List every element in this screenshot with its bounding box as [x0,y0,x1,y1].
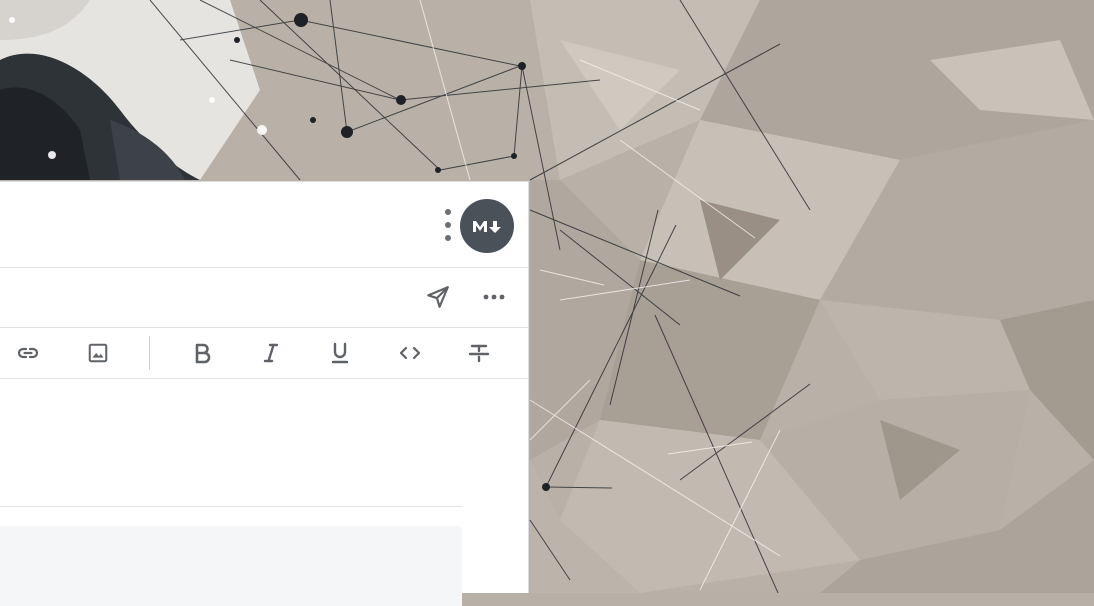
action-bar [0,268,528,328]
formatting-toolbar [0,328,528,379]
markdown-glyph [473,221,501,233]
link-icon[interactable] [13,338,43,368]
send-icon[interactable] [423,282,453,312]
code-icon[interactable] [395,338,425,368]
editor-header [0,182,528,268]
underline-icon[interactable] [325,338,355,368]
italic-icon[interactable] [256,338,286,368]
editor-panel [0,181,529,606]
editor-body[interactable] [0,379,528,606]
more-horizontal-icon[interactable] [479,282,509,312]
strikethrough-icon[interactable] [464,338,494,368]
toolbar-separator [149,336,150,370]
content-divider [0,506,462,507]
bold-icon[interactable] [187,338,217,368]
markdown-icon[interactable] [460,199,514,253]
content-block[interactable] [0,526,462,606]
image-icon[interactable] [83,338,113,368]
kebab-menu-icon[interactable] [441,209,455,241]
